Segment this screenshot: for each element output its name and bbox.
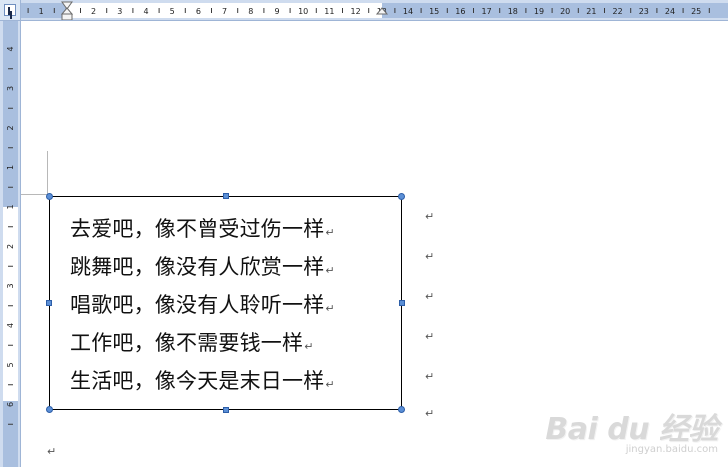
ruler-number: 4 bbox=[143, 7, 148, 16]
resize-handle-top[interactable] bbox=[223, 193, 229, 199]
vertical-ruler[interactable]: 4 3 2 1 1 2 3 4 5 6 bbox=[0, 21, 21, 467]
paragraph-mark-icon: ↵ bbox=[325, 226, 335, 239]
text-line[interactable]: 唱歌吧，像没有人聆听一样↵ bbox=[70, 286, 335, 324]
text-box[interactable]: 去爱吧，像不曾受过伤一样↵ 跳舞吧，像没有人欣赏一样↵ 唱歌吧，像没有人聆听一样… bbox=[46, 193, 405, 413]
paragraph-mark-icon: ↵ bbox=[425, 330, 435, 343]
resize-handle-top-right[interactable] bbox=[398, 193, 405, 200]
resize-handle-top-left[interactable] bbox=[46, 193, 53, 200]
ruler-number: 1 bbox=[6, 165, 15, 170]
paragraph-mark-icon: ↵ bbox=[325, 264, 335, 277]
resize-handle-bottom-right[interactable] bbox=[398, 406, 405, 413]
ruler-number: 2 bbox=[6, 244, 15, 249]
ruler-number: 23 bbox=[639, 7, 649, 16]
ruler-number: 2 bbox=[91, 7, 96, 16]
paragraph-mark-icon: ↵ bbox=[325, 378, 335, 391]
ruler-number: 6 bbox=[196, 7, 201, 16]
ruler-number: 17 bbox=[482, 7, 492, 16]
ruler-number: 3 bbox=[6, 86, 15, 91]
ruler-number: 2 bbox=[6, 125, 15, 130]
baidu-jingyan-watermark: Bai du 经验 jingyan.baidu.com bbox=[545, 412, 718, 456]
text-box-content[interactable]: 去爱吧，像不曾受过伤一样↵ 跳舞吧，像没有人欣赏一样↵ 唱歌吧，像没有人聆听一样… bbox=[70, 210, 335, 400]
paragraph-mark-icon: ↵ bbox=[47, 445, 57, 458]
tab-stop-selector[interactable] bbox=[0, 0, 21, 21]
ruler-number: 3 bbox=[117, 7, 122, 16]
paragraph-mark-icon: ↵ bbox=[425, 210, 435, 223]
paragraph-mark-icon: ↵ bbox=[304, 340, 314, 353]
ruler-number: 16 bbox=[455, 7, 465, 16]
ruler-vertical-text-area bbox=[3, 207, 18, 401]
left-tab-icon bbox=[4, 4, 16, 16]
paragraph-mark-icon: ↵ bbox=[425, 370, 435, 383]
margin-corner-mark bbox=[21, 194, 48, 195]
text-line[interactable]: 生活吧，像今天是末日一样↵ bbox=[70, 362, 335, 400]
text-line[interactable]: 跳舞吧，像没有人欣赏一样↵ bbox=[70, 248, 335, 286]
ruler-number: 8 bbox=[248, 7, 253, 16]
ruler-number: 5 bbox=[6, 362, 15, 367]
ruler-number: 4 bbox=[6, 46, 15, 51]
ruler-number: 7 bbox=[222, 7, 227, 16]
ruler-number: 22 bbox=[613, 7, 623, 16]
ruler-number: 15 bbox=[429, 7, 439, 16]
paragraph-mark-icon: ↵ bbox=[425, 290, 435, 303]
vertical-ruler-scale: 4 3 2 1 1 2 3 4 5 6 bbox=[3, 21, 18, 467]
ruler-number: 21 bbox=[586, 7, 596, 16]
ruler-number: 18 bbox=[508, 7, 518, 16]
word-document-window: 2112345678910111213141516171819202122232… bbox=[0, 0, 728, 467]
resize-handle-bottom-left[interactable] bbox=[46, 406, 53, 413]
ruler-number: 9 bbox=[274, 7, 279, 16]
horizontal-ruler[interactable]: 2112345678910111213141516171819202122232… bbox=[21, 0, 728, 21]
document-page[interactable]: 去爱吧，像不曾受过伤一样↵ 跳舞吧，像没有人欣赏一样↵ 唱歌吧，像没有人聆听一样… bbox=[21, 21, 728, 467]
ruler-number: 11 bbox=[324, 7, 334, 16]
margin-corner-mark bbox=[47, 151, 48, 195]
paragraph-mark-icon: ↵ bbox=[425, 250, 435, 263]
resize-handle-right[interactable] bbox=[399, 300, 405, 306]
resize-handle-left[interactable] bbox=[46, 300, 52, 306]
paragraph-mark-icon: ↵ bbox=[325, 302, 335, 315]
ruler-number: 1 bbox=[39, 7, 44, 16]
horizontal-ruler-scale: 2112345678910111213141516171819202122232… bbox=[21, 1, 728, 20]
ruler-number: 10 bbox=[298, 7, 308, 16]
ruler-number: 19 bbox=[534, 7, 544, 16]
ruler-number: 4 bbox=[6, 323, 15, 328]
text-line[interactable]: 工作吧，像不需要钱一样↵ bbox=[70, 324, 335, 362]
ruler-number: 3 bbox=[6, 283, 15, 288]
ruler-number: 6 bbox=[6, 402, 15, 407]
paragraph-mark-icon: ↵ bbox=[425, 407, 435, 420]
resize-handle-bottom[interactable] bbox=[223, 407, 229, 413]
ruler-number: 14 bbox=[403, 7, 413, 16]
text-line[interactable]: 去爱吧，像不曾受过伤一样↵ bbox=[70, 210, 335, 248]
ruler-number: 5 bbox=[170, 7, 175, 16]
ruler-number: 25 bbox=[691, 7, 701, 16]
ruler-number: 12 bbox=[351, 7, 361, 16]
ruler-number: 1 bbox=[6, 204, 15, 209]
ruler-number: 20 bbox=[560, 7, 570, 16]
ruler-number: 24 bbox=[665, 7, 675, 16]
left-indent-marker[interactable] bbox=[61, 13, 73, 20]
ruler-bottom-margin-shade bbox=[3, 401, 18, 467]
baidu-logo: Bai du 经验 bbox=[545, 412, 718, 447]
